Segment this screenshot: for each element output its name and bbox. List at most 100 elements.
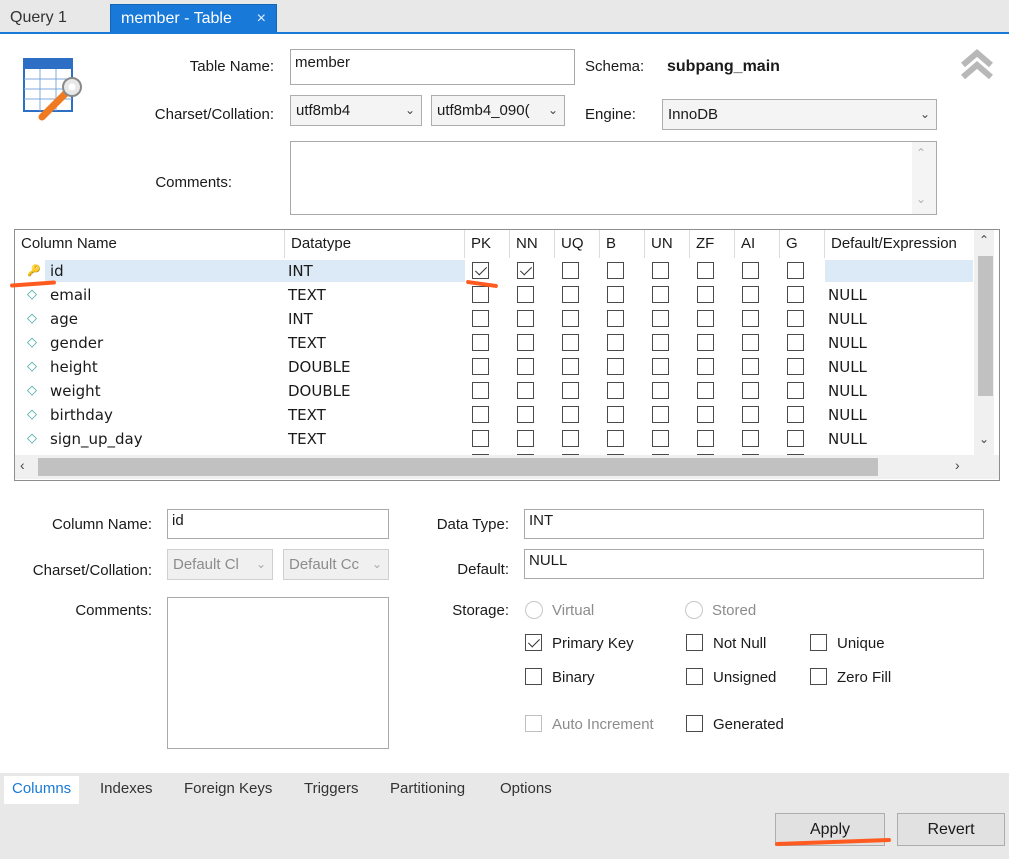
table-name-input[interactable]: member	[290, 49, 575, 85]
table-row[interactable]: ◇ birthday TEXT NULL	[15, 403, 975, 427]
header-nn[interactable]: NN	[510, 230, 555, 258]
table-row[interactable]: ◇ gender TEXT NULL	[15, 331, 975, 355]
scroll-left-icon[interactable]: ‹	[20, 457, 25, 473]
zf-checkbox[interactable]	[697, 358, 714, 375]
ai-checkbox[interactable]	[742, 406, 759, 423]
header-default-expression[interactable]: Default/Expression	[825, 230, 975, 258]
table-row[interactable]: 🔑 id INT	[15, 259, 975, 283]
ai-checkbox[interactable]	[742, 310, 759, 327]
ai-checkbox[interactable]	[742, 430, 759, 447]
nn-checkbox[interactable]	[517, 382, 534, 399]
tab-partitioning[interactable]: Partitioning	[390, 776, 465, 804]
generated-checkbox[interactable]	[686, 715, 703, 732]
default-cell[interactable]: NULL	[828, 307, 867, 331]
zf-checkbox[interactable]	[697, 430, 714, 447]
table-row[interactable]: ◇ height DOUBLE NULL	[15, 355, 975, 379]
header-uq[interactable]: UQ	[555, 230, 600, 258]
table-row[interactable]: ◇ age INT NULL	[15, 307, 975, 331]
header-pk[interactable]: PK	[465, 230, 510, 258]
scroll-right-icon[interactable]: ›	[955, 457, 960, 473]
binary-checkbox[interactable]	[525, 668, 542, 685]
pk-checkbox[interactable]	[472, 286, 489, 303]
b-checkbox[interactable]	[607, 334, 624, 351]
zf-checkbox[interactable]	[697, 286, 714, 303]
ai-checkbox[interactable]	[742, 262, 759, 279]
datatype-cell[interactable]: INT	[288, 307, 313, 331]
datatype-cell[interactable]: DOUBLE	[288, 355, 350, 379]
ai-checkbox[interactable]	[742, 358, 759, 375]
charset-select[interactable]: utf8mb4 ⌄	[290, 95, 422, 126]
tab-triggers[interactable]: Triggers	[304, 776, 358, 804]
table-row[interactable]: ◇ weight DOUBLE NULL	[15, 379, 975, 403]
revert-button[interactable]: Revert	[897, 813, 1005, 846]
column-name-cell[interactable]: age	[50, 307, 78, 331]
uq-checkbox[interactable]	[562, 310, 579, 327]
pk-checkbox[interactable]	[472, 358, 489, 375]
tab-query-1[interactable]: Query 1	[0, 4, 108, 33]
zf-checkbox[interactable]	[697, 406, 714, 423]
grid-vertical-thumb[interactable]	[978, 256, 993, 396]
nn-checkbox[interactable]	[517, 334, 534, 351]
tab-foreign-keys[interactable]: Foreign Keys	[184, 776, 272, 804]
nn-checkbox[interactable]	[517, 310, 534, 327]
uq-checkbox[interactable]	[562, 430, 579, 447]
nn-checkbox[interactable]	[517, 286, 534, 303]
b-checkbox[interactable]	[607, 358, 624, 375]
column-name-cell[interactable]: email	[50, 283, 91, 307]
column-name-cell[interactable]: birthday	[50, 403, 113, 427]
datatype-cell[interactable]: TEXT	[288, 283, 326, 307]
table-comments-textarea[interactable]	[290, 141, 937, 215]
header-datatype[interactable]: Datatype	[285, 230, 465, 258]
zf-checkbox[interactable]	[697, 382, 714, 399]
default-cell[interactable]: NULL	[828, 403, 867, 427]
uq-checkbox[interactable]	[562, 358, 579, 375]
column-name-cell[interactable]: sign_up_day	[50, 427, 143, 451]
collapse-up-icon[interactable]	[960, 49, 994, 81]
g-checkbox[interactable]	[787, 334, 804, 351]
uq-checkbox[interactable]	[562, 382, 579, 399]
column-charset-select[interactable]: Default Cl ⌄	[167, 549, 273, 580]
default-cell[interactable]: NULL	[828, 379, 867, 403]
engine-select[interactable]: InnoDB ⌄	[662, 99, 937, 130]
column-name-cell[interactable]: gender	[50, 331, 103, 355]
not-null-checkbox[interactable]	[686, 634, 703, 651]
pk-checkbox[interactable]	[472, 334, 489, 351]
g-checkbox[interactable]	[787, 358, 804, 375]
header-g[interactable]: G	[780, 230, 825, 258]
header-zf[interactable]: ZF	[690, 230, 735, 258]
ai-checkbox[interactable]	[742, 334, 759, 351]
g-checkbox[interactable]	[787, 262, 804, 279]
columns-grid[interactable]: Column Name Datatype PK NN UQ B UN ZF AI…	[14, 229, 1000, 481]
datatype-cell[interactable]: TEXT	[288, 427, 326, 451]
uq-checkbox[interactable]	[562, 406, 579, 423]
default-cell[interactable]: NULL	[828, 427, 867, 451]
header-ai[interactable]: AI	[735, 230, 780, 258]
b-checkbox[interactable]	[607, 262, 624, 279]
b-checkbox[interactable]	[607, 382, 624, 399]
default-cell[interactable]: NULL	[828, 331, 867, 355]
datatype-cell[interactable]: TEXT	[288, 403, 326, 427]
header-un[interactable]: UN	[645, 230, 690, 258]
zf-checkbox[interactable]	[697, 334, 714, 351]
un-checkbox[interactable]	[652, 334, 669, 351]
un-checkbox[interactable]	[652, 262, 669, 279]
nn-checkbox[interactable]	[517, 358, 534, 375]
collation-select[interactable]: utf8mb4_090( ⌄	[431, 95, 565, 126]
un-checkbox[interactable]	[652, 382, 669, 399]
pk-checkbox[interactable]	[472, 382, 489, 399]
virtual-radio[interactable]	[525, 601, 543, 619]
g-checkbox[interactable]	[787, 430, 804, 447]
unique-checkbox[interactable]	[810, 634, 827, 651]
pk-checkbox[interactable]	[472, 262, 489, 279]
default-cell[interactable]: NULL	[828, 355, 867, 379]
zero-fill-checkbox[interactable]	[810, 668, 827, 685]
b-checkbox[interactable]	[607, 310, 624, 327]
scroll-up-icon[interactable]: ⌃	[916, 146, 926, 160]
tab-options[interactable]: Options	[500, 776, 552, 804]
un-checkbox[interactable]	[652, 406, 669, 423]
tab-indexes[interactable]: Indexes	[100, 776, 153, 804]
header-column-name[interactable]: Column Name	[15, 230, 285, 258]
datatype-cell[interactable]: INT	[288, 259, 313, 283]
un-checkbox[interactable]	[652, 430, 669, 447]
column-name-cell[interactable]: height	[50, 355, 98, 379]
